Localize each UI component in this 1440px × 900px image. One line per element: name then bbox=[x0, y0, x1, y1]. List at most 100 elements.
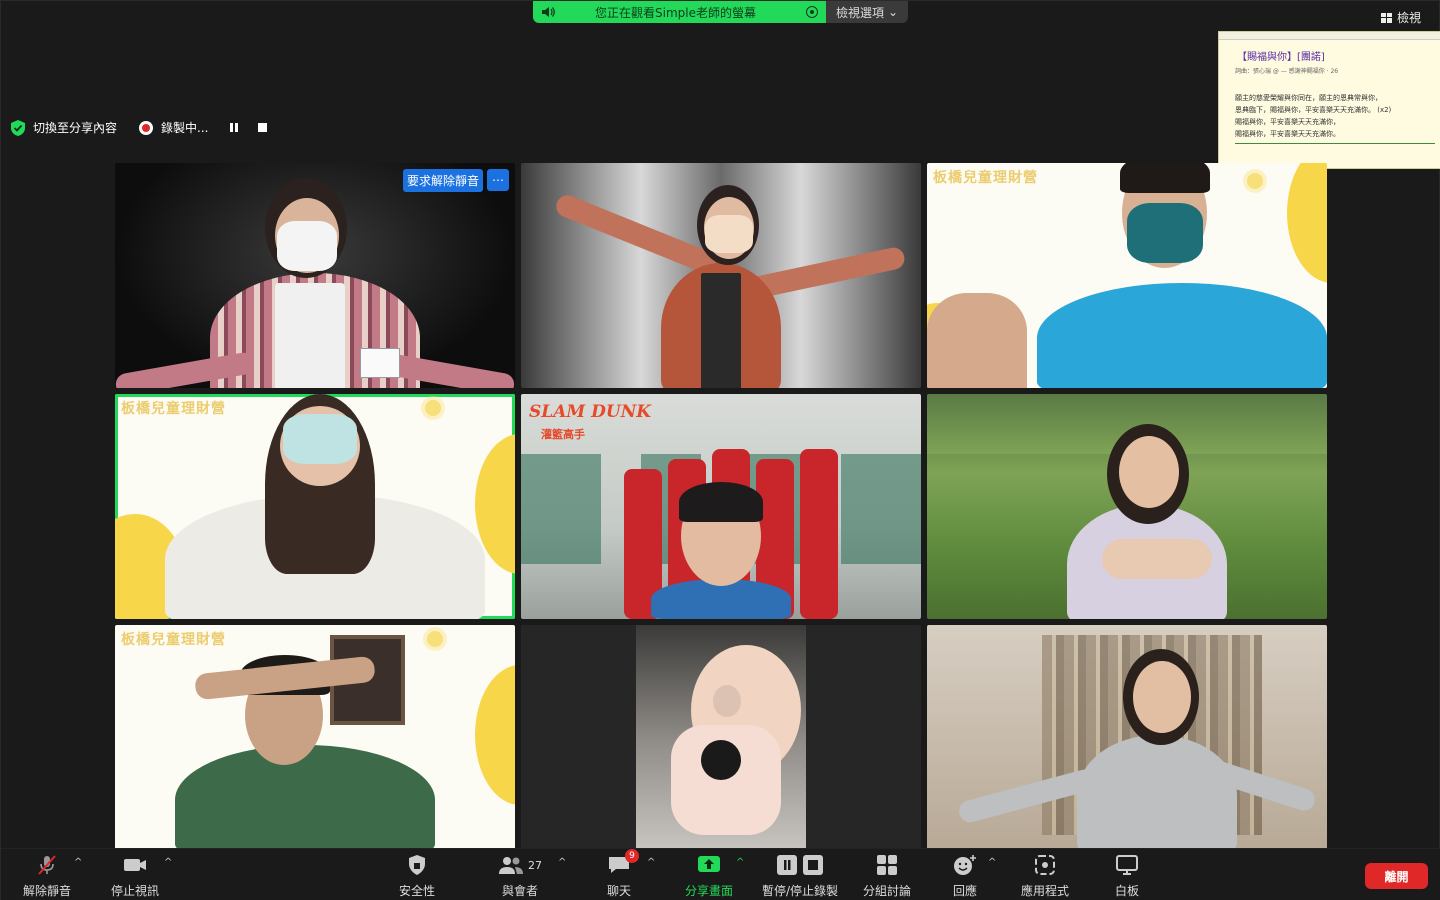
participant-hair bbox=[679, 482, 763, 522]
participants-icon: 27 bbox=[498, 853, 542, 877]
reactions-label: 回應 bbox=[953, 884, 978, 898]
gallery-view-icon bbox=[1381, 12, 1392, 23]
pause-recording-icon[interactable] bbox=[230, 123, 239, 132]
video-camera-icon bbox=[122, 853, 148, 877]
participant-hair bbox=[1120, 163, 1210, 193]
audio-options-caret[interactable]: ^ bbox=[74, 857, 82, 868]
stop-recording-icon[interactable] bbox=[258, 123, 268, 132]
virtual-background-title: 板橋兒童理財營 bbox=[933, 170, 1038, 186]
status-bar: 切換至分享內容 錄製中... bbox=[11, 119, 268, 136]
chat-button[interactable]: 9 聊天 bbox=[607, 849, 639, 899]
microphone-muted-icon bbox=[35, 853, 59, 877]
ask-to-unmute-button[interactable]: 要求解除靜音 bbox=[402, 169, 483, 192]
sun-decoration bbox=[425, 400, 441, 416]
pause-stop-recording-icon bbox=[776, 853, 824, 877]
record-icon bbox=[139, 120, 154, 135]
participant-hands bbox=[1102, 539, 1212, 579]
video-tile[interactable]: 板橋兒童理財營 bbox=[115, 625, 515, 850]
reactions-button[interactable]: 回應 bbox=[953, 853, 977, 899]
chat-options-caret[interactable]: ^ bbox=[647, 857, 655, 868]
view-button[interactable]: 檢視 bbox=[1381, 9, 1421, 26]
virtual-background-title: SLAM DUNK bbox=[529, 402, 652, 422]
chat-bubble-icon: 9 bbox=[607, 849, 639, 877]
participant-body bbox=[175, 745, 435, 850]
whiteboard-button[interactable]: 白板 bbox=[1115, 853, 1139, 899]
video-tile[interactable] bbox=[521, 625, 921, 850]
shirt-print bbox=[701, 740, 741, 780]
recording-label: 錄製中... bbox=[161, 121, 209, 135]
participant-hand bbox=[927, 293, 1027, 388]
security-button[interactable]: 安全性 bbox=[399, 853, 435, 899]
participant-body bbox=[1037, 283, 1327, 388]
face-mask bbox=[1127, 203, 1203, 263]
participant-face bbox=[1133, 661, 1191, 733]
video-tile[interactable] bbox=[927, 625, 1327, 850]
participant-face bbox=[1119, 436, 1179, 508]
viewing-text: 您正在觀看Simple老師的螢幕 bbox=[595, 5, 756, 20]
shield-icon bbox=[407, 853, 427, 877]
view-options-button[interactable]: 檢視選項 ⌄ bbox=[826, 1, 908, 23]
video-options-caret[interactable]: ^ bbox=[164, 857, 172, 868]
security-label: 安全性 bbox=[399, 884, 436, 898]
leave-meeting-button[interactable]: 離開 bbox=[1365, 863, 1428, 889]
background-decoration bbox=[475, 665, 515, 805]
participants-options-caret[interactable]: ^ bbox=[558, 857, 566, 868]
video-tile[interactable] bbox=[521, 163, 921, 388]
face-mask bbox=[283, 414, 357, 464]
unmute-label: 解除靜音 bbox=[23, 884, 72, 898]
stop-viewing-icon[interactable] bbox=[806, 6, 818, 18]
stop-video-button[interactable]: 停止視訊 bbox=[111, 853, 159, 899]
participant-body bbox=[1077, 735, 1237, 850]
apps-button[interactable]: 應用程式 bbox=[1021, 853, 1069, 899]
participant-shirt bbox=[275, 283, 345, 388]
background-decoration bbox=[1287, 163, 1327, 283]
reactions-options-caret[interactable]: ^ bbox=[988, 857, 996, 868]
share-screen-button[interactable]: 分享畫面 bbox=[685, 853, 733, 899]
virtual-background-title: 板橋兒童理財營 bbox=[121, 401, 226, 417]
divider bbox=[1235, 143, 1435, 144]
whiteboard-icon bbox=[1115, 853, 1139, 877]
participants-button[interactable]: 27 與會者 bbox=[498, 853, 542, 899]
lyric-title: 【賜福與你】[團諾] bbox=[1237, 52, 1325, 63]
breakout-rooms-button[interactable]: 分組討論 bbox=[863, 853, 911, 899]
pause-stop-record-label: 暫停/停止錄製 bbox=[762, 884, 839, 898]
video-tile[interactable]: 要求解除靜音 ⋯ bbox=[115, 163, 515, 388]
zoom-window: 您正在觀看Simple老師的螢幕 檢視選項 ⌄ 檢視 【賜福與你】[團諾] 詞曲… bbox=[0, 0, 1440, 900]
meeting-toolbar: 解除靜音 ^ 停止視訊 ^ 安全性 27 與會者 ^ 9 聊天 ^ 分享畫面 ^… bbox=[1, 848, 1440, 900]
shield-check-icon bbox=[11, 119, 25, 136]
chat-label: 聊天 bbox=[607, 884, 632, 898]
view-options-label: 檢視選項 bbox=[835, 5, 884, 20]
share-options-caret[interactable]: ^ bbox=[736, 857, 744, 868]
stop-video-label: 停止視訊 bbox=[111, 884, 160, 898]
sun-decoration bbox=[1247, 173, 1263, 189]
share-screen-label: 分享畫面 bbox=[685, 884, 734, 898]
lyric-line: 賜福與你，平安喜樂天天充滿你， bbox=[1235, 118, 1340, 126]
switch-to-share-label[interactable]: 切換至分享內容 bbox=[33, 119, 117, 136]
name-tag bbox=[360, 348, 400, 378]
pause-stop-record-button[interactable]: 暫停/停止錄製 bbox=[762, 853, 838, 899]
more-options-button[interactable]: ⋯ bbox=[487, 169, 509, 191]
lyric-line: 賜福與你，平安喜樂天天充滿你。 bbox=[1235, 130, 1340, 138]
apps-label: 應用程式 bbox=[1021, 884, 1070, 898]
virtual-background-title: 板橋兒童理財營 bbox=[121, 632, 226, 648]
virtual-background-subtitle: 灌籃高手 bbox=[541, 428, 585, 441]
viewing-banner: 您正在觀看Simple老師的螢幕 bbox=[533, 1, 826, 23]
shared-screen-thumbnail[interactable]: 【賜福與你】[團諾] 詞曲：張心瑞 @ — 感謝神賜福你 · 26 願主的慈愛榮… bbox=[1218, 31, 1440, 169]
video-tile[interactable]: 板橋兒童理財營 bbox=[927, 163, 1327, 388]
video-tile-active-speaker[interactable]: 板橋兒童理財營 bbox=[115, 394, 515, 619]
breakout-rooms-label: 分組討論 bbox=[863, 884, 912, 898]
participant-shirt bbox=[701, 273, 741, 388]
document-ruler bbox=[1219, 32, 1440, 40]
unmute-button[interactable]: 解除靜音 bbox=[23, 853, 71, 899]
gallery-grid: 要求解除靜音 ⋯ 板橋兒童理財營 板橋兒童理財營 SLAM DUNK 灌籃高手 … bbox=[115, 163, 1327, 850]
sun-decoration bbox=[427, 631, 443, 647]
chat-unread-badge: 9 bbox=[625, 849, 639, 863]
video-tile[interactable]: SLAM DUNK 灌籃高手 bbox=[521, 394, 921, 619]
share-screen-icon bbox=[696, 853, 722, 877]
apps-icon bbox=[1034, 853, 1056, 877]
lyric-line: 恩典臨下，賜福與你，平安喜樂天天充滿你。 (x2) bbox=[1235, 106, 1392, 114]
chevron-down-icon: ⌄ bbox=[887, 5, 899, 19]
video-tile[interactable] bbox=[927, 394, 1327, 619]
participants-count: 27 bbox=[528, 858, 542, 872]
view-button-label: 檢視 bbox=[1397, 11, 1422, 25]
